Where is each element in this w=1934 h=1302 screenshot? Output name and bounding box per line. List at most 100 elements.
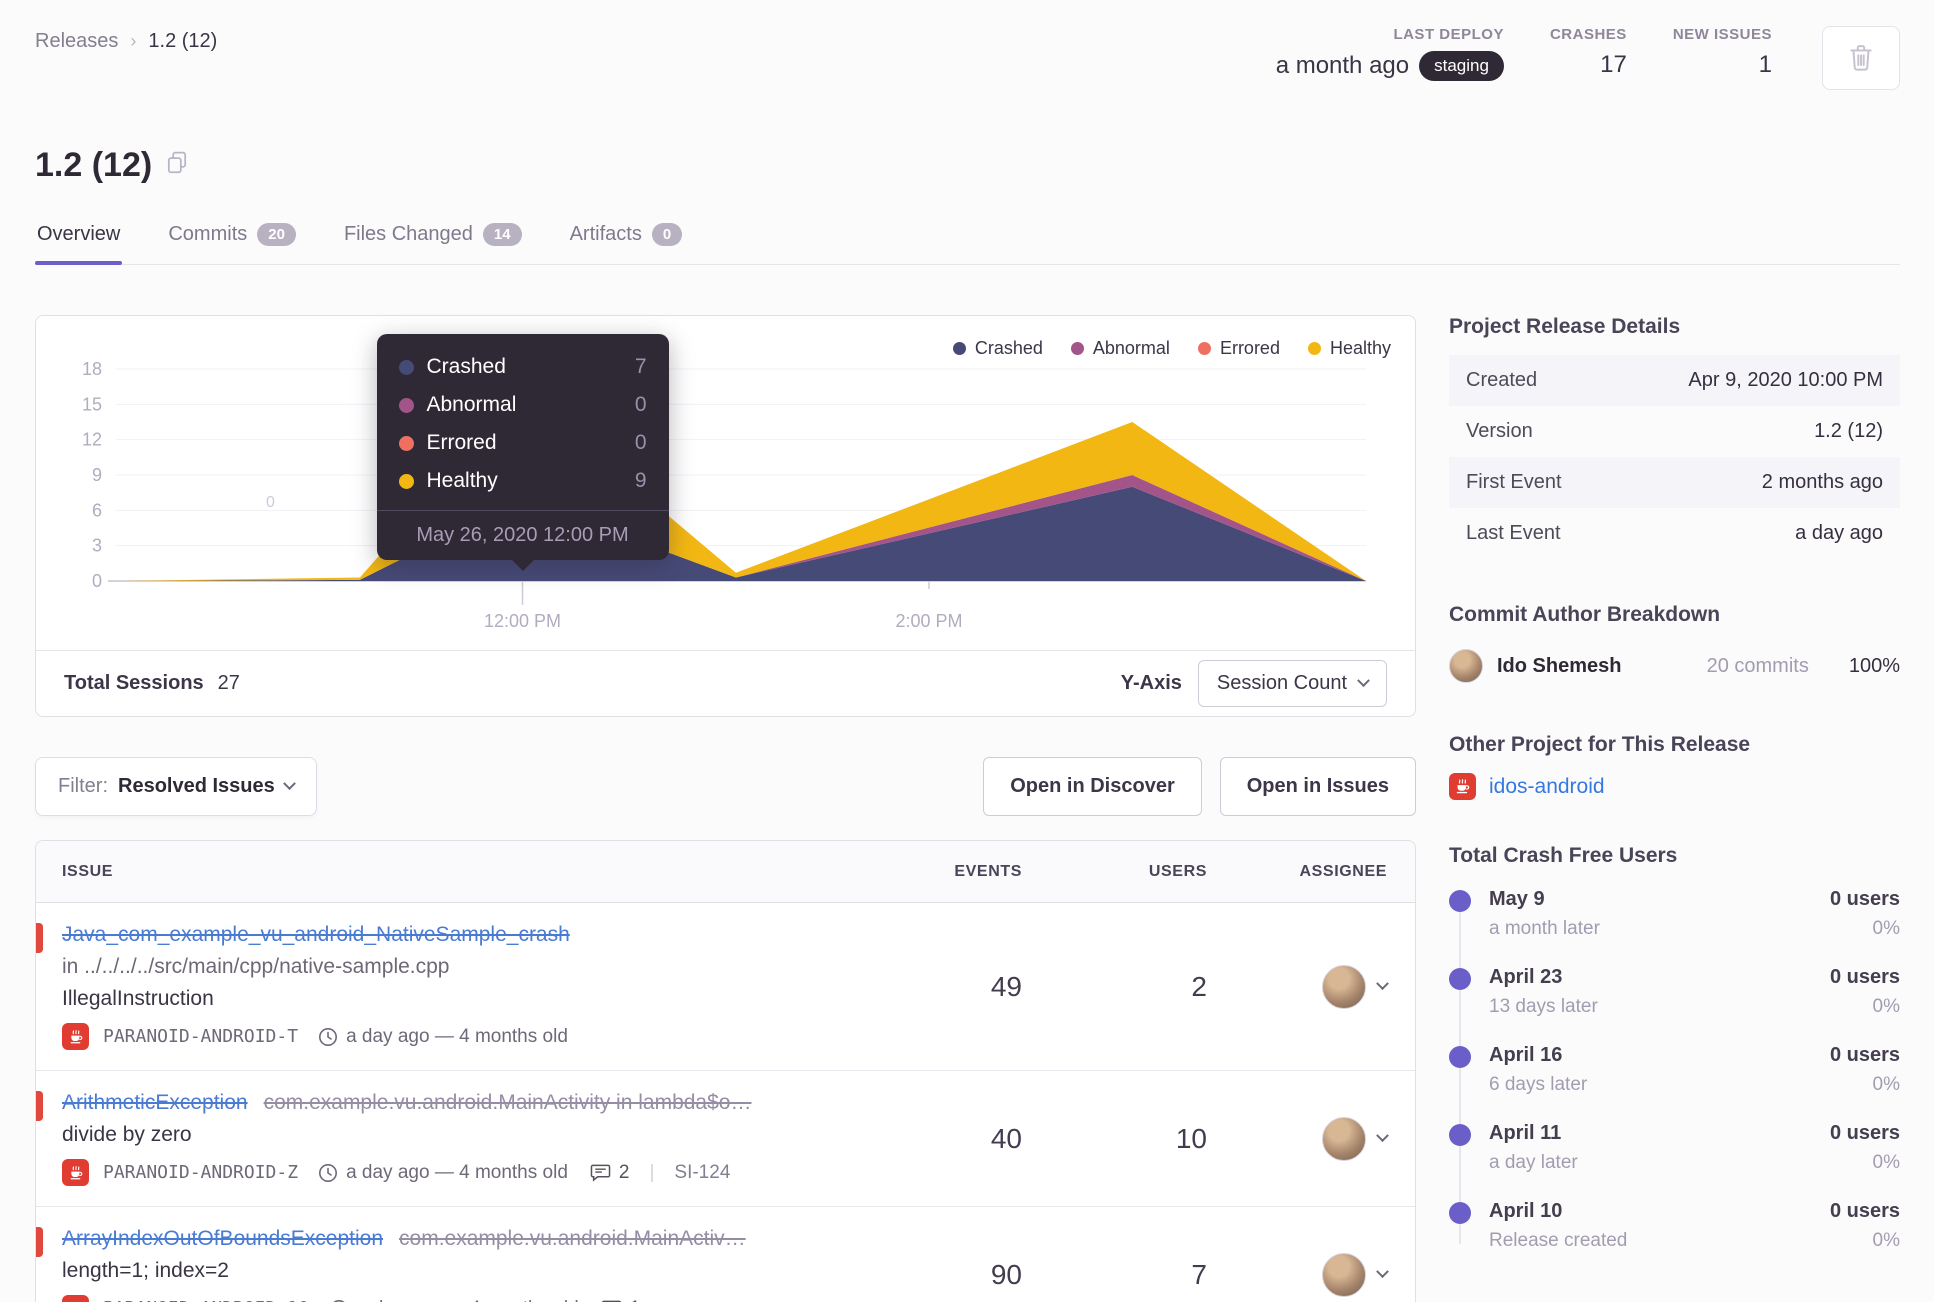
unhandled-indicator — [36, 923, 43, 953]
chevron-down-icon[interactable] — [1376, 977, 1389, 991]
chart-tooltip: Crashed 7 Abnormal 0 Errored 0 Healthy 9 May 26… — [376, 334, 669, 571]
issue-age: a day ago — 4 months old — [329, 1298, 579, 1302]
section-title: Commit Author Breakdown — [1449, 603, 1721, 626]
timeline-entry: May 9 a month later 0 users 0% — [1449, 888, 1900, 966]
timeline-percent: 0% — [1872, 1152, 1900, 1173]
timeline-subtext: a month later — [1489, 918, 1600, 939]
tooltip-series-label: Errored — [426, 431, 497, 454]
issue-title-line: ArithmeticException com.example.vu.androi… — [62, 1091, 852, 1115]
tab-count-badge: 20 — [257, 223, 296, 246]
tooltip-series-value: 7 — [634, 355, 647, 378]
issue-events: 40 — [990, 1122, 1022, 1154]
copy-version-icon[interactable] — [166, 151, 188, 180]
delete-release-button[interactable] — [1822, 26, 1900, 90]
section-title: Other Project for This Release — [1449, 733, 1751, 756]
tab-commits[interactable]: Commits 20 — [166, 223, 298, 264]
svg-text:12: 12 — [82, 430, 102, 450]
timeline-date: April 11 — [1489, 1122, 1562, 1144]
timeline-dot-icon — [1449, 1124, 1471, 1146]
issue-meta: PARANOID-ANDROID-10 a day ago — 4 months … — [62, 1295, 852, 1302]
stacked-area-chart: 0 3 6 9 12 15 18 12:00 PM 2:00 PM — [82, 359, 1366, 631]
tab-files-changed[interactable]: Files Changed 14 — [342, 223, 524, 264]
stat-value-text: 17 — [1600, 51, 1627, 78]
tooltip-dot-icon — [398, 435, 414, 451]
other-project-section: Other Project for This Release idos-andr… — [1449, 733, 1900, 800]
issue-title-link[interactable]: ArrayIndexOutOfBoundsException — [62, 1227, 383, 1250]
timeline-subtext: 6 days later — [1489, 1074, 1588, 1095]
header-stat: NEW ISSUES 1 — [1673, 26, 1772, 81]
legend-item-healthy[interactable]: Healthy — [1307, 338, 1391, 359]
column-assignee: ASSIGNEE — [1299, 862, 1387, 880]
assignee-avatar[interactable] — [1322, 1252, 1366, 1297]
comment-count: 1 — [630, 1298, 641, 1302]
legend-item-errored[interactable]: Errored — [1197, 338, 1280, 359]
tooltip-series-row: Crashed 7 — [398, 348, 647, 386]
svg-text:12:00 PM: 12:00 PM — [484, 611, 561, 631]
release-page: Releases › 1.2 (12) LAST DEPLOY a month a… — [0, 0, 1934, 1302]
tab-artifacts[interactable]: Artifacts 0 — [568, 223, 685, 264]
tooltip-series-row: Healthy 9 — [398, 462, 647, 500]
main-column: 0 3 6 9 12 15 18 12:00 PM 2:00 PM Crashed Abnorma… — [35, 315, 1416, 1302]
column-issue: ISSUE — [62, 862, 114, 880]
chart-legend: Crashed Abnormal Errored Healthy — [952, 338, 1391, 359]
stat-value: a month ago staging — [1276, 51, 1504, 81]
issue-subtitle: IllegalInstruction — [62, 987, 214, 1010]
timeline-users: 0 users — [1829, 966, 1900, 988]
timeline-dot-icon — [1449, 968, 1471, 990]
chevron-down-icon — [1357, 674, 1370, 688]
stat-label: LAST DEPLOY — [1393, 26, 1504, 43]
timeline-percent: 0% — [1872, 918, 1900, 939]
issues-filter-select[interactable]: Filter: Resolved Issues — [35, 757, 317, 816]
timeline-subtext: a day later — [1489, 1152, 1578, 1173]
timeline-subtext: Release created — [1489, 1230, 1628, 1251]
chevron-down-icon[interactable] — [1376, 1129, 1389, 1143]
issue-comments[interactable]: 1 — [601, 1298, 641, 1302]
issue-title-link[interactable]: Java_com_example_vu_android_NativeSample… — [62, 923, 570, 946]
tooltip-series-row: Abnormal 0 — [398, 386, 647, 424]
open-in-discover-button[interactable]: Open in Discover — [983, 757, 1202, 816]
tooltip-series-label: Healthy — [426, 469, 498, 492]
environment-badge: staging — [1419, 51, 1504, 81]
issue-row: ArithmeticException com.example.vu.androi… — [36, 1071, 1415, 1207]
legend-item-abnormal[interactable]: Abnormal — [1070, 338, 1170, 359]
legend-label: Crashed — [974, 338, 1043, 358]
issue-age: a day ago — 4 months old — [318, 1162, 568, 1184]
timeline-entry: April 11 a day later 0 users 0% — [1449, 1122, 1900, 1200]
issue-title-line: Java_com_example_vu_android_NativeSample… — [62, 923, 852, 947]
detail-label: First Event — [1466, 471, 1562, 493]
timeline-values: 0 users 0% — [1830, 888, 1900, 940]
legend-label: Healthy — [1329, 338, 1391, 358]
assignee-avatar[interactable] — [1322, 964, 1366, 1009]
issue-cell: Java_com_example_vu_android_NativeSample… — [36, 903, 862, 1070]
stat-value-text: a month ago — [1275, 52, 1410, 79]
breadcrumb: Releases › 1.2 (12) — [35, 26, 217, 53]
yaxis-label: Y-Axis — [1120, 672, 1182, 694]
other-project-link[interactable]: idos-android — [1489, 775, 1605, 799]
header-stats: LAST DEPLOY a month ago staging CRASHES 17 NE… — [1276, 26, 1900, 90]
chevron-down-icon[interactable] — [1376, 1265, 1389, 1279]
timeline-date: May 9 — [1489, 888, 1545, 910]
tab-overview[interactable]: Overview — [35, 223, 123, 265]
breadcrumb-releases[interactable]: Releases — [35, 30, 118, 53]
yaxis-select[interactable]: Session Count — [1197, 660, 1387, 707]
top-bar: Releases › 1.2 (12) LAST DEPLOY a month a… — [35, 0, 1900, 90]
timeline-values: 0 users 0% — [1830, 966, 1900, 1018]
legend-item-crashed[interactable]: Crashed — [952, 338, 1043, 359]
assignee-avatar[interactable] — [1322, 1116, 1366, 1161]
tab-count-badge: 14 — [482, 223, 522, 246]
timeline-text: April 23 13 days later — [1489, 966, 1830, 1018]
timeline-text: April 16 6 days later — [1489, 1044, 1830, 1096]
legend-label: Errored — [1219, 338, 1280, 358]
issues-actions-row: Filter: Resolved Issues Open in Discover… — [35, 757, 1416, 816]
java-project-icon — [1449, 773, 1476, 800]
timeline-values: 0 users 0% — [1830, 1200, 1900, 1252]
issue-events: 90 — [990, 1258, 1022, 1290]
issue-comments[interactable]: 2 — [590, 1162, 629, 1184]
tab-label: Commits — [168, 223, 248, 245]
svg-text:2:00 PM: 2:00 PM — [895, 611, 962, 631]
svg-text:18: 18 — [82, 359, 102, 379]
issue-title-link[interactable]: ArithmeticException — [62, 1091, 248, 1114]
open-in-issues-button[interactable]: Open in Issues — [1219, 757, 1416, 816]
clock-icon — [332, 1299, 346, 1302]
timeline-values: 0 users 0% — [1830, 1044, 1900, 1096]
